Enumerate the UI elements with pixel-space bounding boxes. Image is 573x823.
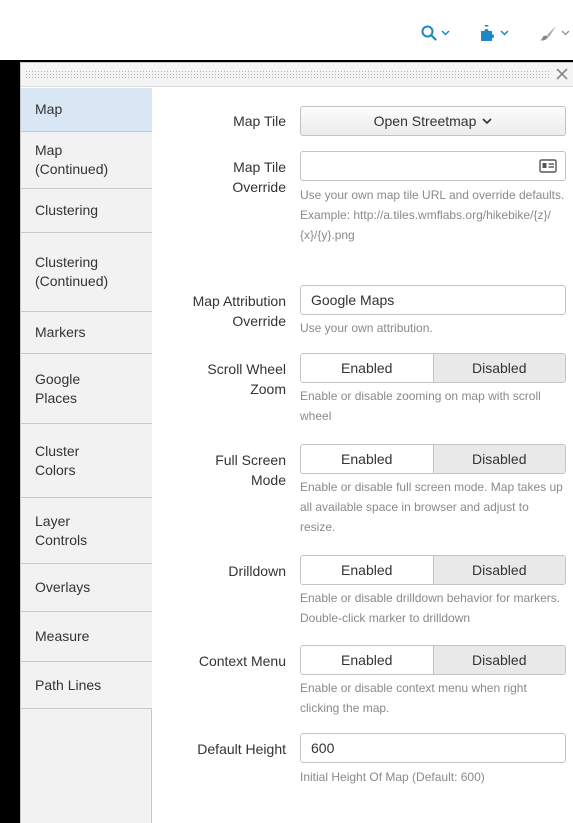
- map-tile-override-input[interactable]: [300, 151, 566, 181]
- sidebar-item-cluster-colors[interactable]: Cluster Colors: [21, 424, 152, 498]
- apps-menu-button[interactable]: [480, 22, 509, 44]
- sidebar-item-label: Overlays: [35, 579, 91, 595]
- default-height-help: Initial Height Of Map (Default: 600): [300, 770, 485, 784]
- close-icon[interactable]: [553, 65, 571, 83]
- map-tile-value: Open Streetmap: [373, 113, 477, 129]
- chevron-down-icon: [561, 30, 570, 36]
- map-tile-override-help: Use your own map tile URL and override d…: [300, 188, 565, 242]
- map-tile-label: Map Tile: [233, 113, 286, 129]
- context-menu-disabled-button[interactable]: Disabled: [432, 646, 565, 674]
- sidebar-item-map[interactable]: Map: [21, 88, 152, 132]
- default-height-input[interactable]: 600: [300, 733, 566, 763]
- context-menu-enabled-button[interactable]: Enabled: [301, 646, 433, 674]
- full-screen-mode-help: Enable or disable full screen mode. Map …: [300, 480, 563, 534]
- sidebar-item-clustering-continued[interactable]: Clustering (Continued): [21, 233, 152, 312]
- drilldown-help: Enable or disable drilldown behavior for…: [300, 591, 561, 625]
- full-screen-mode-toggle: Enabled Disabled: [300, 444, 566, 474]
- drag-grip: [25, 70, 549, 79]
- full-screen-enabled-button[interactable]: Enabled: [301, 445, 433, 473]
- search-icon: [421, 25, 437, 41]
- paintbrush-icon: [540, 26, 556, 41]
- sidebar-item-label: Map (Continued): [35, 142, 109, 177]
- sidebar-item-label: Measure: [35, 628, 90, 644]
- sidebar-item-markers[interactable]: Markers: [21, 312, 152, 354]
- top-toolbar: [0, 0, 573, 60]
- map-tile-dropdown[interactable]: Open Streetmap: [300, 106, 566, 136]
- sidebar-item-path-lines[interactable]: Path Lines: [21, 662, 152, 709]
- full-screen-disabled-button[interactable]: Disabled: [432, 445, 565, 473]
- default-height-value: 600: [311, 740, 335, 756]
- sidebar-item-clustering[interactable]: Clustering: [21, 189, 152, 233]
- sidebar-item-label: Google Places: [35, 370, 81, 406]
- format-panel: Map Map (Continued) Clustering Clusterin…: [20, 62, 573, 823]
- sidebar-item-label: Cluster Colors: [35, 442, 80, 478]
- sidebar-item-label: Clustering (Continued): [35, 254, 109, 289]
- search-menu-button[interactable]: [421, 22, 450, 44]
- sidebar-item-label: Clustering: [35, 202, 99, 218]
- panel-drag-handle[interactable]: [21, 63, 573, 87]
- chevron-down-icon: [441, 30, 450, 36]
- section-sidebar: Map Map (Continued) Clustering Clusterin…: [21, 88, 152, 823]
- chevron-down-icon: [482, 117, 492, 124]
- sidebar-item-google-places[interactable]: Google Places: [21, 354, 152, 424]
- sidebar-item-label: Layer Controls: [35, 512, 88, 548]
- scroll-wheel-zoom-toggle: Enabled Disabled: [300, 353, 566, 383]
- chevron-down-icon: [500, 30, 509, 36]
- sidebar-item-overlays[interactable]: Overlays: [21, 564, 152, 612]
- drilldown-enabled-button[interactable]: Enabled: [301, 556, 433, 584]
- scroll-wheel-zoom-label: Scroll Wheel Zoom: [207, 361, 286, 397]
- sidebar-item-label: Map: [35, 101, 63, 117]
- map-attribution-input[interactable]: Google Maps: [300, 285, 566, 315]
- map-attribution-help: Use your own attribution.: [300, 321, 433, 335]
- sidebar-item-label: Path Lines: [35, 676, 102, 693]
- full-screen-mode-label: Full Screen Mode: [215, 452, 286, 488]
- drilldown-toggle: Enabled Disabled: [300, 555, 566, 585]
- scroll-wheel-enabled-button[interactable]: Enabled: [301, 354, 433, 382]
- context-menu-toggle: Enabled Disabled: [300, 645, 566, 675]
- scroll-wheel-zoom-help: Enable or disable zooming on map with sc…: [300, 389, 541, 423]
- map-attribution-label: Map Attribution Override: [192, 293, 286, 329]
- scroll-wheel-disabled-button[interactable]: Disabled: [432, 354, 565, 382]
- map-tile-override-label: Map Tile Override: [232, 159, 286, 195]
- sidebar-item-measure[interactable]: Measure: [21, 612, 152, 662]
- drilldown-label: Drilldown: [228, 563, 286, 579]
- context-menu-label: Context Menu: [198, 653, 286, 669]
- puzzle-icon: [481, 25, 494, 41]
- map-attribution-value: Google Maps: [311, 292, 395, 308]
- sidebar-item-label: Markers: [35, 324, 86, 340]
- sidebar-item-layer-controls[interactable]: Layer Controls: [21, 498, 152, 564]
- context-menu-help: Enable or disable context menu when righ…: [300, 681, 527, 715]
- id-card-icon: [539, 159, 557, 173]
- settings-content: Map Tile Open Streetmap Map Tile Overrid…: [153, 88, 573, 823]
- format-menu-button[interactable]: [539, 22, 570, 44]
- default-height-label: Default Height: [197, 741, 286, 757]
- sidebar-item-map-continued[interactable]: Map (Continued): [21, 132, 152, 189]
- drilldown-disabled-button[interactable]: Disabled: [432, 556, 565, 584]
